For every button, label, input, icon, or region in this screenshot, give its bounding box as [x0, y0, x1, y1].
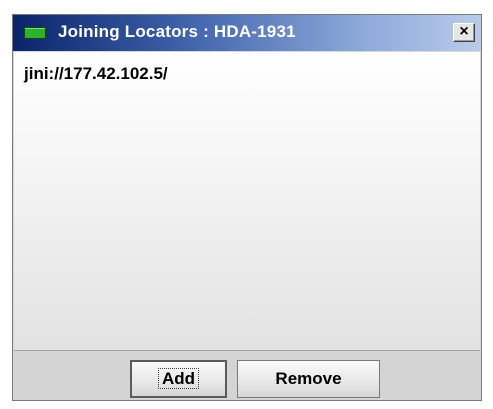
- add-button-label: Add: [157, 368, 200, 389]
- window-title: Joining Locators : HDA-1931: [58, 22, 296, 41]
- joining-locators-dialog: Joining Locators : HDA-1931 × jini://177…: [12, 14, 482, 401]
- list-item[interactable]: jini://177.42.102.5/: [24, 64, 168, 84]
- button-bar: Add Remove: [13, 352, 481, 400]
- locators-list[interactable]: jini://177.42.102.5/: [14, 52, 480, 351]
- title-bar[interactable]: Joining Locators : HDA-1931 ×: [13, 15, 481, 51]
- close-icon[interactable]: ×: [453, 23, 475, 42]
- app-window-icon: [24, 27, 46, 39]
- add-button[interactable]: Add: [130, 360, 227, 398]
- remove-button[interactable]: Remove: [237, 360, 380, 398]
